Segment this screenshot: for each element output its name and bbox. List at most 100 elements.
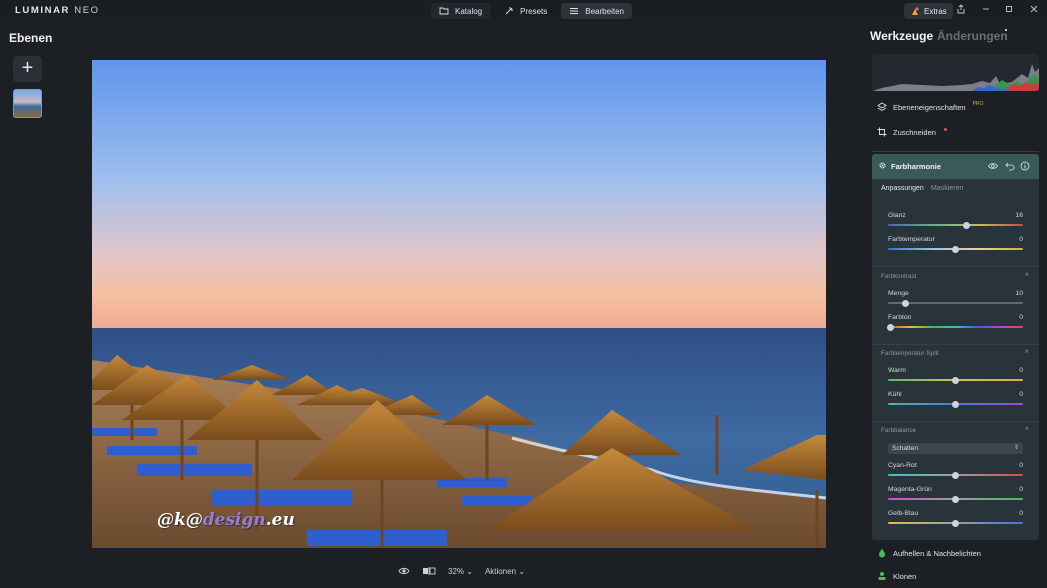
drop-icon: [879, 548, 885, 558]
add-layer-button[interactable]: +: [13, 56, 42, 82]
layers-title: Ebenen: [9, 31, 53, 45]
close-icon[interactable]: [1027, 4, 1041, 18]
slider-magenta-gruen[interactable]: [888, 495, 1023, 503]
slider-knob[interactable]: [952, 495, 959, 503]
chevron-down-icon: ⌄: [518, 566, 526, 576]
watermark-prefix: @k@: [157, 510, 203, 530]
section-divider: [872, 421, 1039, 422]
slider-label: Farbton: [888, 314, 912, 321]
tab-werkzeuge[interactable]: Werkzeuge: [870, 29, 933, 43]
info-icon[interactable]: [1020, 161, 1030, 171]
slider-warm[interactable]: [888, 376, 1023, 384]
logo-sub: NEO: [74, 5, 100, 16]
slider-knob[interactable]: [902, 299, 910, 307]
modified-dot: [943, 127, 947, 131]
slider-value: 0: [1019, 314, 1023, 321]
slider-label: Gelb-Blau: [888, 510, 919, 517]
compare-icon[interactable]: [422, 566, 436, 576]
share-icon[interactable]: [954, 4, 968, 18]
slider-gelb-blau[interactable]: [888, 519, 1023, 527]
watermark-design: design: [202, 510, 266, 530]
zoom-selector[interactable]: 32% ⌄: [448, 567, 473, 576]
eye-icon[interactable]: [398, 566, 410, 576]
undo-icon[interactable]: [1005, 161, 1015, 171]
minimize-icon[interactable]: [979, 4, 993, 18]
tab-aenderungen[interactable]: Änderungen: [937, 29, 1008, 43]
layer-properties-label: Ebeneneigenschaften: [893, 102, 966, 112]
color-harmony-panel: Farbharmonie Anpassungen Maskieren Glanz…: [872, 154, 1039, 540]
slider-label: Menge: [888, 290, 909, 297]
bottom-toolbar: 32% ⌄ Aktionen ⌄: [398, 566, 525, 576]
nav-bearbeiten[interactable]: Bearbeiten: [561, 3, 632, 19]
nav-katalog-label: Katalog: [455, 6, 483, 16]
clone-row[interactable]: Klonen: [877, 571, 916, 581]
slider-menge[interactable]: [888, 299, 1023, 307]
slider-kuehl[interactable]: [888, 400, 1023, 408]
slider-farbton[interactable]: [887, 323, 1023, 331]
slider-knob[interactable]: [952, 471, 959, 479]
extras-icon: [912, 7, 919, 15]
maximize-icon[interactable]: [1002, 4, 1016, 18]
slider-glanz[interactable]: [888, 221, 1023, 229]
clone-stamp-icon: [878, 572, 886, 580]
crop-row[interactable]: Zuschneiden: [877, 127, 947, 137]
slider-value: 16: [1015, 212, 1023, 219]
layer-thumbnail[interactable]: [13, 89, 42, 118]
tool-title: Farbharmonie: [891, 162, 942, 171]
actions-menu[interactable]: Aktionen ⌄: [485, 567, 525, 576]
crop-label: Zuschneiden: [893, 127, 936, 137]
chevron-up-icon[interactable]: ˄: [1025, 426, 1029, 433]
slider-label: Cyan-Rot: [888, 462, 917, 469]
section-farbbalance: Farbbalance: [881, 427, 917, 434]
slider-cyan-rot[interactable]: [888, 471, 1023, 479]
slider-knob[interactable]: [952, 400, 959, 408]
extras-button[interactable]: Extras: [904, 3, 953, 19]
slider-farbtemperatur[interactable]: [888, 245, 1023, 253]
chevron-up-icon[interactable]: ˄: [1025, 349, 1029, 356]
divider: [872, 151, 1039, 152]
app-logo: LUMINAR NEO: [15, 5, 100, 16]
tab-anpassungen[interactable]: Anpassungen: [881, 185, 924, 192]
pro-badge: PRO: [972, 101, 984, 107]
slider-label: Kühl: [888, 391, 902, 398]
balance-range-value: Schatten: [892, 445, 919, 452]
logo-main: LUMINAR: [15, 5, 70, 16]
folder-icon: [439, 7, 449, 15]
section-farbkontrast: Farbkontrast: [881, 273, 917, 280]
nav-katalog[interactable]: Katalog: [431, 3, 491, 19]
dodge-burn-row[interactable]: Aufhellen & Nachbelichten: [877, 548, 981, 558]
slider-value: 0: [1019, 510, 1023, 517]
nav-presets[interactable]: Presets: [496, 3, 555, 19]
photo-canvas[interactable]: @k@design.eu: [92, 60, 826, 548]
nav-bearbeiten-label: Bearbeiten: [585, 6, 624, 16]
gear-icon: [879, 162, 886, 169]
section-divider: [872, 344, 1039, 345]
chevron-up-icon[interactable]: ˄: [1025, 272, 1029, 279]
tool-header[interactable]: Farbharmonie: [872, 154, 1039, 179]
slider-label: Farbtemperatur: [888, 236, 935, 243]
eye-icon[interactable]: [988, 161, 998, 171]
extras-label: Extras: [924, 6, 947, 16]
tab-maskieren[interactable]: Maskieren: [931, 185, 963, 192]
layer-properties-row[interactable]: Ebeneneigenschaften PRO: [877, 101, 984, 112]
watermark-suffix: .eu: [265, 510, 295, 530]
slider-knob[interactable]: [962, 221, 970, 229]
beach-photo: [92, 60, 826, 548]
presets-icon: [505, 7, 514, 15]
layers-icon: [877, 102, 887, 112]
slider-value: 10: [1015, 290, 1023, 297]
sliders-icon: [570, 8, 579, 14]
slider-knob[interactable]: [952, 245, 959, 253]
section-divider: [872, 266, 1039, 267]
slider-value: 0: [1019, 462, 1023, 469]
balance-range-select[interactable]: Schatten ⇕: [888, 443, 1023, 454]
histogram: [872, 54, 1039, 91]
watermark: @k@design.eu: [157, 510, 295, 530]
slider-knob[interactable]: [952, 376, 959, 384]
select-arrows-icon: ⇕: [1013, 445, 1019, 451]
chevron-down-icon: ⌄: [466, 566, 473, 576]
nav-presets-label: Presets: [520, 6, 548, 16]
crop-icon: [877, 127, 887, 137]
slider-knob[interactable]: [887, 323, 895, 331]
slider-knob[interactable]: [952, 519, 959, 527]
